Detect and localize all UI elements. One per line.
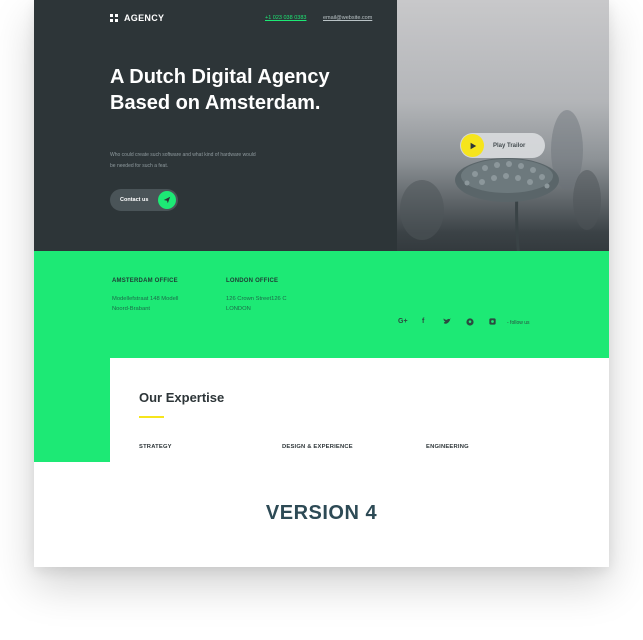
brand-name: AGENCY xyxy=(124,13,165,23)
tab-strategy[interactable]: STRATEGY xyxy=(139,444,172,450)
send-arrow-icon xyxy=(158,191,176,209)
follow-us-label: - follow us xyxy=(507,320,530,326)
logo-grid-icon xyxy=(110,14,118,22)
tab-design-experience[interactable]: DESIGN & EXPERIENCE xyxy=(282,444,353,450)
office-address-line: 126 Crown Street126 C xyxy=(226,296,287,302)
pinterest-icon[interactable] xyxy=(466,318,474,328)
page-card: AGENCY +1 023 038 0383 email@website.com… xyxy=(34,0,609,567)
trailer-image: Play Trailor xyxy=(397,0,609,291)
logo[interactable]: AGENCY xyxy=(110,13,164,23)
google-plus-icon[interactable]: G+ xyxy=(398,318,408,325)
social-links: G+ f - follow us xyxy=(397,318,609,330)
email-link[interactable]: email@website.com xyxy=(323,15,372,21)
green-accent-block xyxy=(34,358,110,462)
office-address-line: Noord-Brabant xyxy=(112,306,151,312)
hero-section: AGENCY +1 023 038 0383 email@website.com… xyxy=(34,0,397,251)
expertise-underline xyxy=(139,416,164,418)
office-title-london: LONDON OFFICE xyxy=(226,278,279,284)
hero-subtext: Who could create such software and what … xyxy=(110,152,256,169)
instagram-icon[interactable] xyxy=(489,318,496,327)
play-trailer-button[interactable]: Play Trailor xyxy=(460,133,545,158)
tab-engineering[interactable]: ENGINEERING xyxy=(426,444,469,450)
twitter-icon[interactable] xyxy=(443,318,451,327)
office-address-line: LONDON xyxy=(226,306,251,312)
office-title-amsterdam: AMSTERDAM OFFICE xyxy=(112,278,178,284)
expertise-title: Our Expertise xyxy=(139,390,225,405)
phone-link[interactable]: +1 023 038 0383 xyxy=(265,15,306,21)
expertise-section: Our Expertise STRATEGY DESIGN & EXPERIEN… xyxy=(110,358,609,462)
hero-headline: A Dutch Digital Agency Based on Amsterda… xyxy=(110,66,330,114)
contact-us-button[interactable]: Contact us xyxy=(110,189,178,211)
office-address-line: Modellefstraat 148 Modell xyxy=(112,296,179,302)
contact-us-label: Contact us xyxy=(120,197,149,203)
play-icon xyxy=(461,134,484,157)
facebook-icon[interactable]: f xyxy=(422,318,424,325)
version-label: VERSION 4 xyxy=(265,502,378,524)
play-trailer-label: Play Trailor xyxy=(493,142,526,149)
